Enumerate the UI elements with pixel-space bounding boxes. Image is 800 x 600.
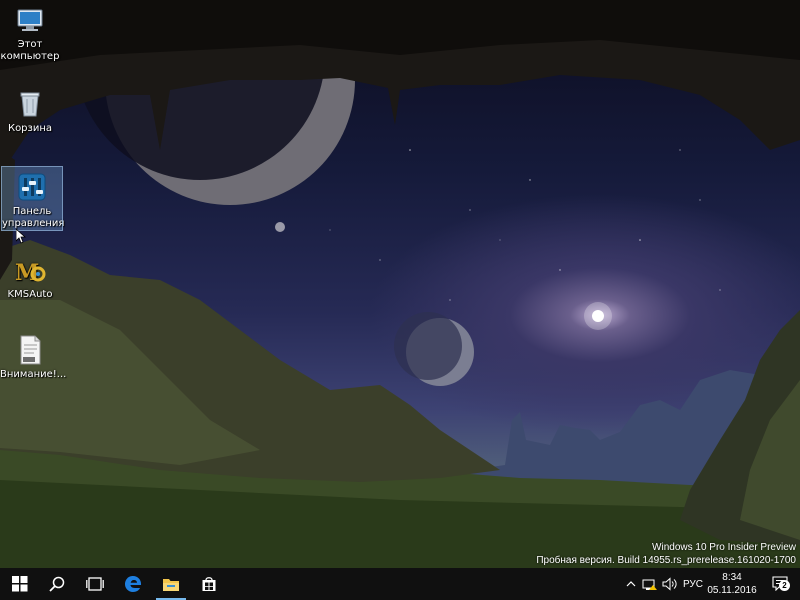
- kmsauto-icon: M: [15, 260, 46, 286]
- tray-network-button[interactable]: [640, 568, 660, 600]
- build-watermark: Windows 10 Pro Insider Preview Пробная в…: [536, 541, 796, 567]
- file-explorer-icon: [163, 579, 179, 591]
- mouse-cursor-icon: [16, 229, 26, 244]
- network-icon: [642, 579, 657, 590]
- task-view-icon: [86, 577, 104, 591]
- start-button[interactable]: [0, 568, 40, 600]
- desktop-icon-label: Корзина: [7, 123, 53, 134]
- file-explorer-button[interactable]: [152, 568, 190, 600]
- desktop-icon-label: Внимание!...: [0, 369, 67, 380]
- windows-start-icon: [12, 576, 28, 592]
- watermark-build: Пробная версия. Build 14955.rs_prereleas…: [536, 555, 796, 566]
- store-icon: [202, 577, 216, 591]
- taskbar: РУС 8:34 05.11.2016 2: [0, 568, 800, 600]
- desktop-icon-control-panel[interactable]: Панель управления: [1, 166, 65, 231]
- desktop-icon-text-file[interactable]: Внимание!...: [0, 330, 67, 381]
- tray-overflow-button[interactable]: [622, 568, 640, 600]
- speaker-icon: [662, 577, 677, 591]
- action-center-button[interactable]: 2: [766, 568, 798, 600]
- desktop-icon-this-pc[interactable]: Этот компьютер: [0, 0, 60, 63]
- text-file-icon: [20, 335, 41, 365]
- desktop-icon-kmsauto[interactable]: M KMSAuto: [0, 250, 60, 301]
- desktop-wallpaper: [0, 0, 800, 568]
- edge-icon: [125, 576, 142, 592]
- desktop-icon-recycle-bin[interactable]: Корзина: [0, 84, 60, 135]
- recycle-bin-icon: [20, 92, 40, 117]
- clock-time: 8:34: [722, 572, 742, 583]
- search-icon: [49, 576, 65, 592]
- watermark-edition: Windows 10 Pro Insider Preview: [652, 542, 796, 553]
- edge-button[interactable]: [114, 568, 152, 600]
- desktop-icon-label: Этот компьютер: [0, 39, 60, 62]
- tray-volume-button[interactable]: [660, 568, 680, 600]
- svg-text:M: M: [15, 260, 39, 286]
- clock-date: 05.11.2016: [707, 585, 757, 596]
- store-button[interactable]: [190, 568, 228, 600]
- taskbar-clock[interactable]: 8:34 05.11.2016: [700, 571, 764, 597]
- chevron-up-icon: [626, 581, 636, 587]
- search-button[interactable]: [38, 568, 76, 600]
- desktop-icon-label: Панель управления: [2, 206, 65, 229]
- desktop-icon-label: KMSAuto: [7, 289, 53, 300]
- this-pc-icon: [17, 9, 43, 31]
- control-panel-icon: [18, 173, 46, 201]
- notification-count-badge: 2: [779, 580, 790, 591]
- task-view-button[interactable]: [76, 568, 114, 600]
